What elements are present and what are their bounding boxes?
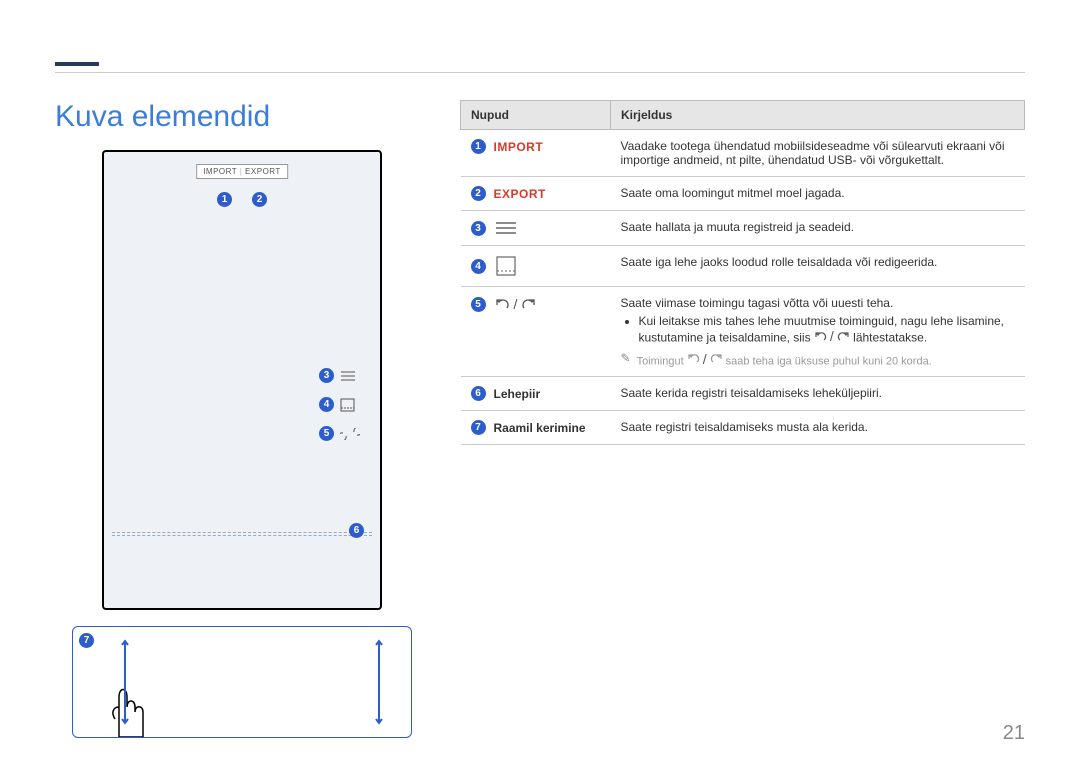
topbar-import-label: IMPORT	[203, 167, 237, 176]
frame-scroll-label: Raamil kerimine	[494, 421, 586, 435]
row-3-desc: Saate hallata ja muuta registreid ja sea…	[611, 211, 1025, 246]
row-1-desc: Vaadake tootega ühendatud mobiilsidesead…	[611, 130, 1025, 177]
top-accent-bar	[55, 62, 99, 66]
import-button-label: IMPORT	[494, 140, 544, 154]
table-row: 7 Raamil kerimine Saate registri teisalda…	[461, 411, 1025, 445]
pen-icon: ✎	[621, 351, 631, 365]
pages-icon	[340, 398, 356, 412]
scroll-arrow-left	[121, 637, 129, 727]
pen-note: ✎ Toimingut / saab teha iga üksuse puhul…	[621, 351, 1015, 368]
description-table: Nupud Kirjeldus 1 IMPORT Vaadake tootega …	[460, 100, 1025, 445]
callout-marker-5: 5	[319, 426, 334, 441]
scroll-arrow-right	[375, 637, 383, 727]
row-marker-4: 4	[471, 259, 486, 274]
row-5-desc: Saate viimase toimingu tagasi võtta või …	[621, 296, 1015, 310]
callout-marker-7: 7	[79, 633, 94, 648]
frame-scroll-inset: 7	[72, 626, 412, 738]
page-title: Kuva elemendid	[55, 100, 270, 134]
row-6-desc: Saate kerida registri teisaldamiseks leh…	[611, 377, 1025, 411]
callout-marker-6: 6	[349, 523, 364, 538]
row-marker-5: 5	[471, 297, 486, 312]
table-row: 2 EXPORT Saate oma loomingut mitmel moel …	[461, 177, 1025, 211]
topbar-export-label: EXPORT	[237, 167, 281, 176]
undo-redo-mini-icon	[340, 428, 360, 440]
menu-lines-icon	[340, 370, 356, 382]
callout-marker-1: 1	[217, 192, 232, 207]
table-row: 3 Saate hallata ja muuta registreid ja s…	[461, 211, 1025, 246]
undo-redo-inline-icon-2: /	[687, 351, 723, 367]
row-marker-3: 3	[471, 221, 486, 236]
table-row: 1 IMPORT Vaadake tootega ühendatud mobiil…	[461, 130, 1025, 177]
page-boundary-label: Lehepiir	[494, 387, 541, 401]
page-roll-icon	[494, 255, 518, 277]
row-7-desc: Saate registri teisaldamiseks musta ala …	[611, 411, 1025, 445]
row-marker-7: 7	[471, 420, 486, 435]
device-frame: IMPORTEXPORT 1 2 3 4 5 6	[102, 150, 382, 610]
device-illustration: IMPORTEXPORT 1 2 3 4 5 6 7	[72, 150, 412, 610]
table-row: 5 / Saate viimase toimingu tagasi võtta …	[461, 287, 1025, 377]
row-marker-1: 1	[471, 139, 486, 154]
top-rule-line	[55, 72, 1025, 73]
callout-marker-2: 2	[252, 192, 267, 207]
page-number: 21	[1003, 722, 1025, 745]
th-buttons: Nupud	[461, 101, 611, 130]
th-description: Kirjeldus	[611, 101, 1025, 130]
row-5-bullet: Kui leitakse mis tahes lehe muutmise toi…	[639, 314, 1015, 345]
row-2-desc: Saate oma loomingut mitmel moel jagada.	[611, 177, 1025, 211]
table-row: 6 Lehepiir Saate kerida registri teisalda…	[461, 377, 1025, 411]
device-top-bar: IMPORTEXPORT	[196, 164, 288, 179]
row-marker-2: 2	[471, 186, 486, 201]
callout-marker-4: 4	[319, 397, 334, 412]
undo-redo-icon: /	[494, 296, 538, 312]
page-boundary-line	[112, 532, 372, 536]
callout-marker-3: 3	[319, 368, 334, 383]
row-4-desc: Saate iga lehe jaoks loodud rolle teisal…	[611, 246, 1025, 287]
table-row: 4 Saate iga lehe jaoks loodud rolle teis…	[461, 246, 1025, 287]
row-marker-6: 6	[471, 386, 486, 401]
menu-icon	[494, 220, 518, 236]
export-button-label: EXPORT	[494, 187, 546, 201]
undo-redo-inline-icon: /	[814, 328, 850, 344]
